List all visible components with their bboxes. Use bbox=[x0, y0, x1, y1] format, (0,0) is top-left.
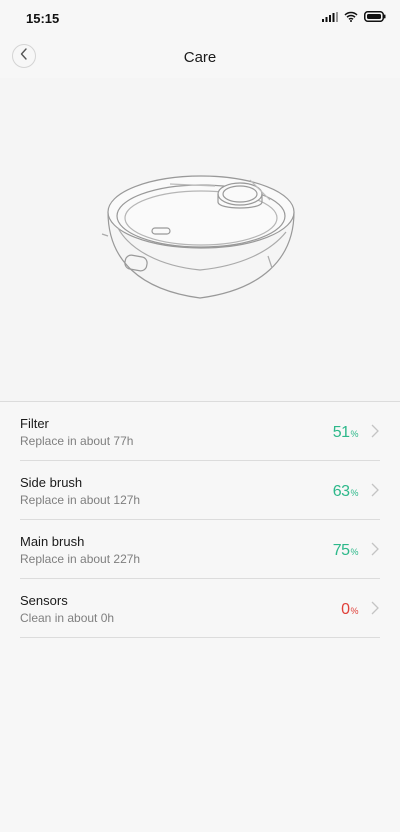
status-icons bbox=[322, 9, 386, 27]
item-title: Sensors bbox=[20, 593, 68, 608]
item-percentage: 75% bbox=[332, 542, 359, 559]
item-subtitle: Clean in about 0h bbox=[20, 611, 115, 625]
care-list: Filter Replace in about 77h 51% Side bru… bbox=[20, 402, 380, 638]
item-subtitle: Replace in about 127h bbox=[20, 493, 141, 507]
list-item-sensors[interactable]: Sensors Clean in about 0h 0% bbox=[20, 579, 380, 638]
item-percentage: 63% bbox=[332, 483, 359, 500]
item-title: Side brush bbox=[20, 475, 83, 490]
list-item-side-brush[interactable]: Side brush Replace in about 127h 63% bbox=[20, 461, 380, 520]
chevron-right-icon bbox=[371, 542, 379, 556]
wifi-icon bbox=[344, 9, 358, 27]
item-title: Main brush bbox=[20, 534, 85, 549]
hero-section bbox=[0, 78, 400, 401]
item-subtitle: Replace in about 77h bbox=[20, 434, 134, 448]
page-title: Care bbox=[183, 49, 217, 66]
battery-icon bbox=[364, 9, 386, 27]
robot-vacuum-illustration bbox=[101, 175, 295, 299]
item-percentage: 51% bbox=[332, 424, 359, 441]
signal-icon bbox=[322, 9, 338, 27]
chevron-right-icon bbox=[371, 424, 379, 438]
item-title: Filter bbox=[20, 416, 49, 431]
status-time: 15:15 bbox=[26, 10, 60, 26]
status-bar: 15:15 bbox=[0, 0, 400, 36]
chevron-right-icon bbox=[371, 483, 379, 497]
list-item-filter[interactable]: Filter Replace in about 77h 51% bbox=[20, 402, 380, 461]
chevron-right-icon bbox=[371, 601, 379, 615]
item-percentage: 0% bbox=[341, 601, 358, 618]
item-subtitle: Replace in about 227h bbox=[20, 552, 141, 566]
header: Care bbox=[0, 36, 400, 78]
list-item-main-brush[interactable]: Main brush Replace in about 227h 75% bbox=[20, 520, 380, 579]
